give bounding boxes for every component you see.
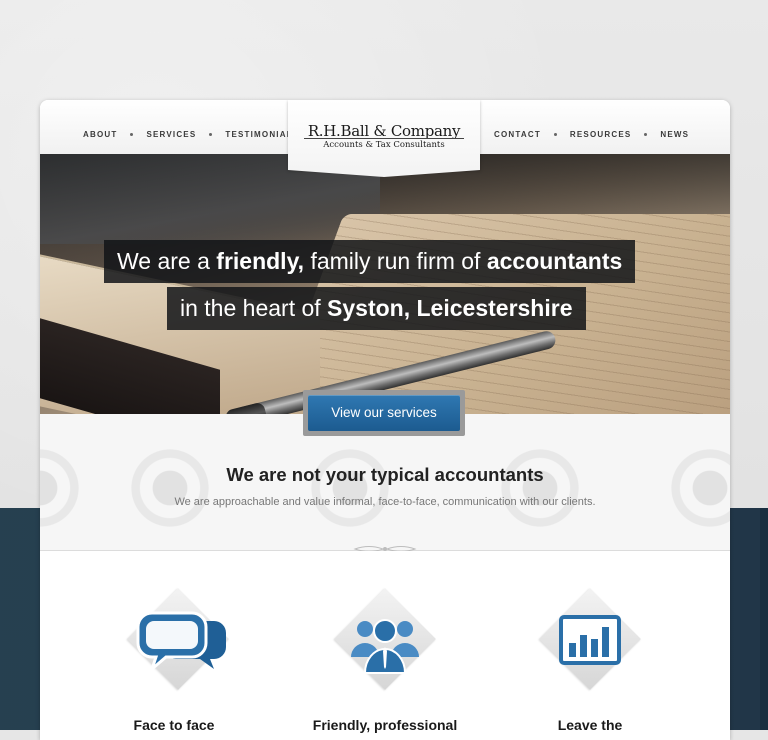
nav-left-group: About Services Testimonials bbox=[83, 130, 299, 139]
logo-rule bbox=[304, 138, 464, 139]
nav-separator bbox=[209, 133, 213, 136]
damask-ornament bbox=[110, 428, 230, 548]
damask-ornament bbox=[480, 428, 600, 548]
intro-text: We are approachable and value informal, … bbox=[174, 496, 596, 508]
nav-item-about[interactable]: About bbox=[83, 130, 117, 139]
hero-text-bold: friendly, bbox=[216, 248, 305, 274]
team-icon bbox=[351, 619, 419, 674]
logo-subtitle: Accounts & Tax Consultants bbox=[323, 140, 445, 150]
hero-text: We are a bbox=[117, 248, 217, 274]
hero-text: family run firm of bbox=[304, 248, 487, 274]
nav-separator bbox=[553, 133, 557, 136]
nav-item-resources[interactable]: Resources bbox=[570, 130, 631, 139]
hero-text-bold: Syston, Leicestershire bbox=[327, 295, 573, 321]
intro-title: We are not your typical accountants bbox=[226, 464, 544, 485]
damask-ornament bbox=[40, 428, 100, 548]
feature-title-leave-the: Leave the bbox=[557, 717, 623, 733]
speech-bubbles-icon bbox=[136, 611, 226, 674]
feature-title-face-to-face: Face to face bbox=[133, 717, 215, 733]
hero-headline-line-1: We are a friendly, family run firm of ac… bbox=[104, 240, 636, 283]
feature-friendly-professional bbox=[325, 588, 445, 715]
feature-title-friendly-professional: Friendly, professional bbox=[312, 717, 458, 733]
logo[interactable]: R.H.Ball & Company Accounts & Tax Consul… bbox=[288, 100, 480, 177]
feature-face-to-face bbox=[118, 588, 238, 715]
features-section: Face to face Friendly, professional Leav… bbox=[40, 551, 730, 740]
nav-item-news[interactable]: News bbox=[660, 130, 689, 139]
damask-ornament bbox=[290, 428, 410, 548]
nav-item-contact[interactable]: Contact bbox=[494, 130, 541, 139]
hero-headline-line-2: in the heart of Syston, Leicestershire bbox=[167, 287, 586, 330]
bar-chart-icon bbox=[559, 615, 621, 665]
feature-leave-the bbox=[530, 588, 650, 715]
view-services-button[interactable]: View our services bbox=[308, 395, 460, 431]
nav-right-group: Contact Resources News bbox=[494, 130, 689, 139]
hero-banner: We are a friendly, family run firm of ac… bbox=[40, 154, 730, 414]
damask-ornament bbox=[650, 428, 730, 548]
hero-text: in the heart of bbox=[180, 295, 328, 321]
hero-text-bold: accountants bbox=[486, 248, 623, 274]
nav-separator bbox=[130, 133, 134, 136]
nav-item-services[interactable]: Services bbox=[146, 130, 196, 139]
nav-separator bbox=[644, 133, 648, 136]
site-container: About Services Testimonials Contact Reso… bbox=[40, 100, 730, 740]
